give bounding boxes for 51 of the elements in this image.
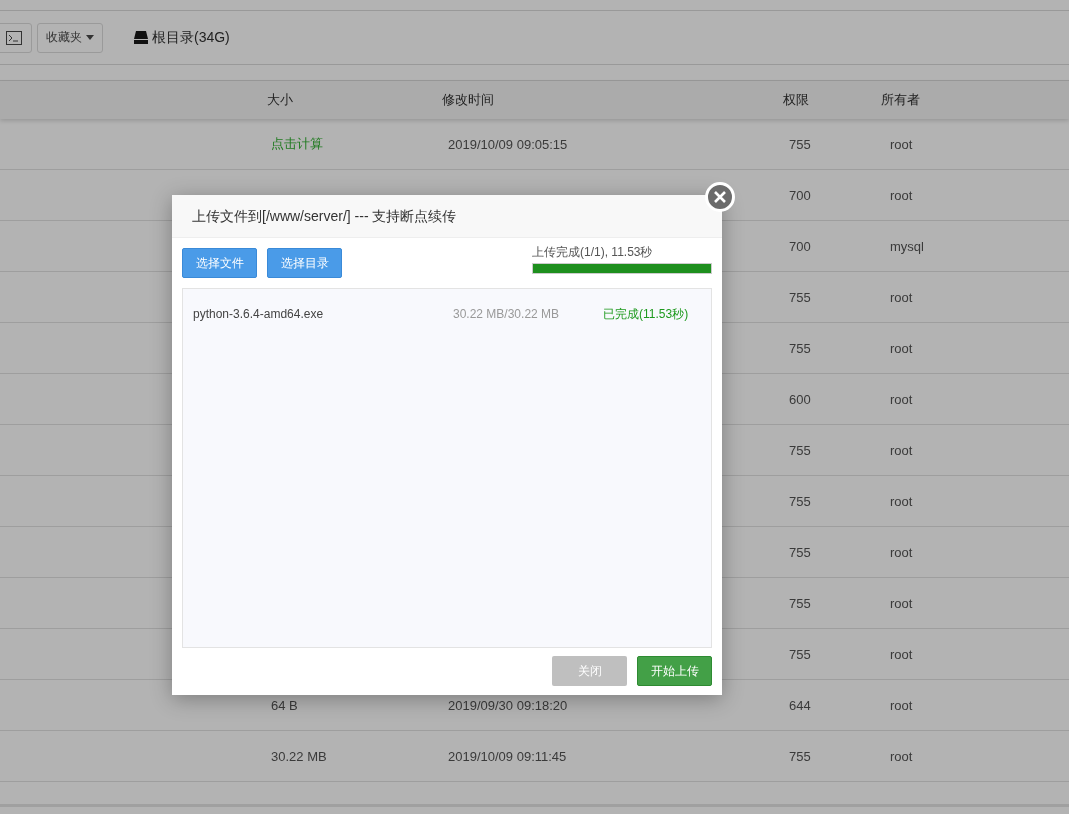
table-cell: 2019/09/30 09:18:20 xyxy=(448,697,568,713)
select-button[interactable]: 选择文件 xyxy=(182,248,257,278)
upload-status: 上传完成(1/1), 11.53秒 xyxy=(532,244,654,261)
column-header: 权限 xyxy=(783,91,810,109)
drive-icon xyxy=(134,31,148,44)
table-cell: root xyxy=(890,289,913,305)
close-icon[interactable] xyxy=(705,182,735,212)
table-cell: 2019/10/09 09:05:15 xyxy=(448,136,568,152)
table-cell: 755 xyxy=(789,442,811,458)
table-cell: 30.22 MB xyxy=(271,748,327,764)
table-cell: root xyxy=(890,493,913,509)
file-name: python-3.6.4-amd64.exe xyxy=(193,307,325,321)
start-upload-button[interactable]: 开始上传 xyxy=(637,656,712,686)
table-cell: 755 xyxy=(789,748,811,764)
table-cell: 755 xyxy=(789,595,811,611)
table-cell: 755 xyxy=(789,646,811,662)
table-cell: root xyxy=(890,187,913,203)
file-size: 30.22 MB/30.22 MB xyxy=(453,307,561,321)
table-cell: 64 B xyxy=(271,697,298,713)
column-header: 修改时间 xyxy=(442,91,495,109)
terminal-button[interactable] xyxy=(0,22,32,53)
dialog-title: 上传文件到[/www/server/] --- 支持断点续传 xyxy=(172,195,722,238)
table-cell: 755 xyxy=(789,340,811,356)
table-cell: 755 xyxy=(789,289,811,305)
table-cell: root xyxy=(890,748,913,764)
table-cell: mysql xyxy=(890,238,924,254)
file-status: 已完成(11.53秒) xyxy=(603,305,689,323)
table-cell: root xyxy=(890,136,913,152)
caret-icon xyxy=(86,35,94,40)
table-cell: root xyxy=(890,391,913,407)
table-cell: 644 xyxy=(789,697,811,713)
select-button[interactable]: 选择目录 xyxy=(267,248,342,278)
terminal-icon xyxy=(6,30,22,45)
root-directory-link[interactable]: 根目录(34G) xyxy=(152,28,230,47)
table-cell: 755 xyxy=(789,544,811,560)
table-cell: 755 xyxy=(789,136,811,152)
table-cell: 2019/10/09 09:11:45 xyxy=(448,748,567,764)
table-cell: 700 xyxy=(789,238,811,254)
table-cell: 700 xyxy=(789,187,811,203)
calculate-size-link[interactable]: 点击计算 xyxy=(271,136,323,151)
table-cell: root xyxy=(890,595,913,611)
column-header: 所有者 xyxy=(881,91,920,109)
table-cell: root xyxy=(890,442,913,458)
column-header: 大小 xyxy=(267,91,294,109)
table-cell: root xyxy=(890,697,913,713)
table-cell: 755 xyxy=(789,493,811,509)
table-cell: root xyxy=(890,544,913,560)
table-cell: root xyxy=(890,646,913,662)
table-cell: root xyxy=(890,340,913,356)
favorites-dropdown[interactable]: 收藏夹 xyxy=(37,22,103,53)
table-cell: 600 xyxy=(789,391,811,407)
